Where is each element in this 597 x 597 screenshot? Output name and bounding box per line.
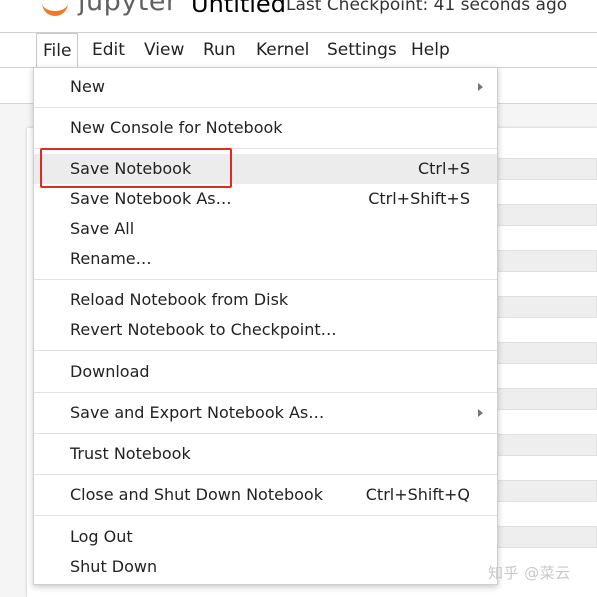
menu-help[interactable]: Help — [405, 33, 456, 68]
menubar: File Edit View Run Kernel Settings Help — [0, 32, 597, 69]
menu-run[interactable]: Run — [197, 33, 242, 68]
checkpoint-status: Last Checkpoint: 41 seconds ago — [286, 0, 568, 15]
logo-text: jupyter — [78, 0, 178, 17]
menu-item-close-shutdown[interactable]: Close and Shut Down Notebook Ctrl+Shift+… — [34, 480, 497, 510]
menu-item-label: Close and Shut Down Notebook — [70, 485, 323, 504]
menu-file[interactable]: File — [36, 33, 79, 69]
cell-strip — [497, 342, 597, 364]
menu-separator — [34, 107, 497, 108]
menu-item-new[interactable]: New — [34, 72, 497, 102]
menu-edit[interactable]: Edit — [86, 33, 131, 68]
menu-settings[interactable]: Settings — [321, 33, 403, 68]
menu-separator — [34, 279, 497, 280]
menu-item-shutdown[interactable]: Shut Down — [34, 552, 497, 582]
cell-strip — [497, 250, 597, 272]
watermark: 知乎 @菜云 — [488, 564, 571, 582]
menu-item-label: New Console for Notebook — [70, 118, 283, 137]
menu-item-save-export[interactable]: Save and Export Notebook As… — [34, 398, 497, 428]
menu-item-revert[interactable]: Revert Notebook to Checkpoint… — [34, 315, 497, 345]
menu-item-logout[interactable]: Log Out — [34, 522, 497, 552]
menu-item-save-notebook-as[interactable]: Save Notebook As… Ctrl+Shift+S — [34, 184, 497, 214]
menu-view[interactable]: View — [138, 33, 190, 68]
menu-item-label: Save All — [70, 219, 135, 238]
jupyter-logo[interactable]: jupyter — [38, 0, 178, 26]
menu-item-label: New — [70, 77, 105, 96]
menu-separator — [34, 350, 497, 351]
submenu-arrow-icon — [478, 409, 483, 417]
cell-strip — [497, 526, 597, 548]
menu-item-label: Save Notebook As… — [70, 189, 232, 208]
highlight-annotation-box — [40, 148, 232, 188]
menu-item-label: Save and Export Notebook As… — [70, 403, 325, 422]
menu-item-label: Log Out — [70, 527, 133, 546]
menu-separator — [34, 392, 497, 393]
menu-item-shortcut: Ctrl+Shift+Q — [365, 485, 470, 504]
menu-kernel[interactable]: Kernel — [250, 33, 315, 68]
menu-item-reload[interactable]: Reload Notebook from Disk — [34, 285, 497, 315]
file-menu-dropdown: New New Console for Notebook Save Notebo… — [33, 67, 498, 585]
menu-item-label: Trust Notebook — [70, 444, 191, 463]
menu-separator — [34, 515, 497, 516]
app-header: jupyter Untitled Last Checkpoint: 41 sec… — [0, 0, 597, 32]
menu-item-label: Rename… — [70, 249, 152, 268]
menu-item-label: Download — [70, 362, 150, 381]
menu-item-download[interactable]: Download — [34, 357, 497, 387]
submenu-arrow-icon — [478, 83, 483, 91]
cell-strip — [497, 388, 597, 410]
cell-strip — [497, 296, 597, 318]
cell-strip — [497, 434, 597, 456]
cell-strip — [497, 158, 597, 180]
notebook-title[interactable]: Untitled — [191, 0, 286, 18]
menu-separator — [34, 433, 497, 434]
jupyter-logo-icon — [42, 2, 68, 16]
menu-item-save-all[interactable]: Save All — [34, 214, 497, 244]
menu-item-new-console[interactable]: New Console for Notebook — [34, 113, 497, 143]
menu-item-shortcut: Ctrl+S — [417, 159, 470, 178]
menu-item-rename[interactable]: Rename… — [34, 244, 497, 274]
menu-item-trust-notebook[interactable]: Trust Notebook — [34, 439, 497, 469]
cell-strip — [497, 480, 597, 502]
menu-separator — [34, 474, 497, 475]
menu-item-label: Shut Down — [70, 557, 158, 576]
menu-item-label: Revert Notebook to Checkpoint… — [70, 320, 337, 339]
menu-item-shortcut: Ctrl+Shift+S — [368, 189, 470, 208]
menu-item-label: Reload Notebook from Disk — [70, 290, 289, 309]
cell-strip — [497, 204, 597, 226]
